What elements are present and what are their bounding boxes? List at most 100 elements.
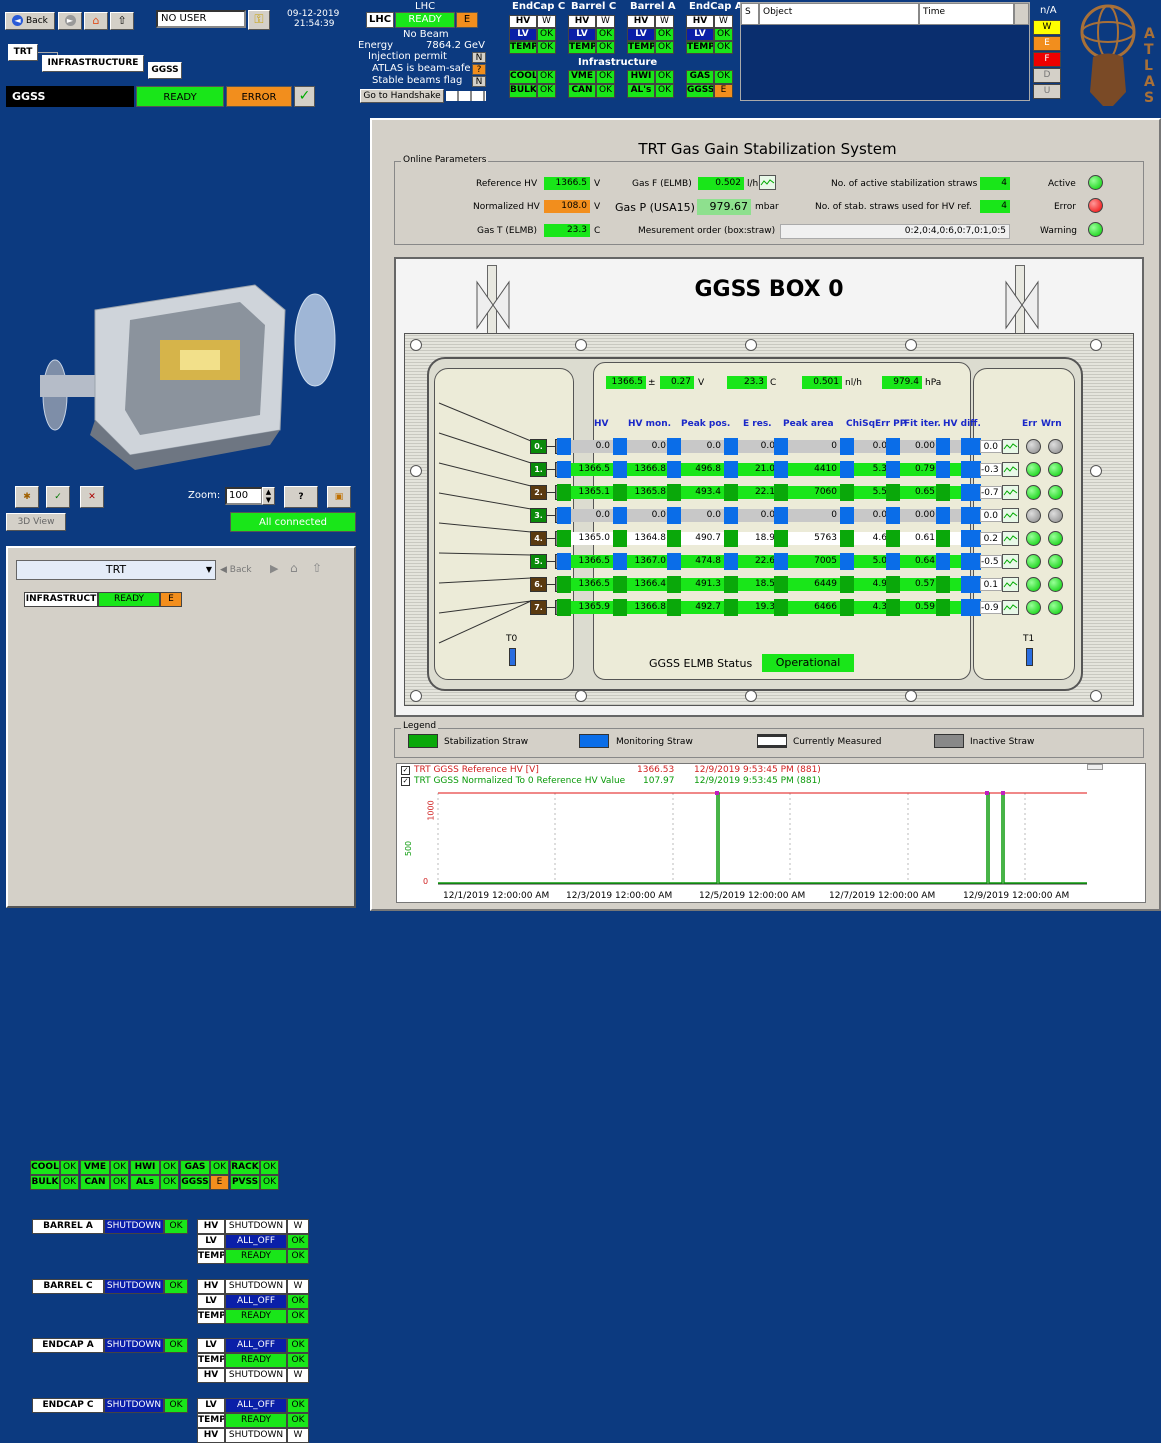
partition-sub-lv[interactable]: LV bbox=[197, 1338, 225, 1353]
handshake-button[interactable]: Go to Handshake bbox=[360, 89, 444, 103]
partition-sub-state[interactable]: SHUTDOWN bbox=[225, 1428, 287, 1443]
partition-sub-temp[interactable]: TEMP bbox=[197, 1413, 225, 1428]
subsystem-temp[interactable]: TEMP bbox=[509, 41, 537, 54]
partition-sub-state[interactable]: ALL_OFF bbox=[225, 1398, 287, 1413]
subsystem-temp[interactable]: TEMP bbox=[627, 41, 655, 54]
partition-sub-lv[interactable]: LV bbox=[197, 1294, 225, 1309]
node-ok-checkmark-icon[interactable]: ✓ bbox=[294, 86, 315, 107]
subsystem-lv[interactable]: LV bbox=[568, 28, 596, 41]
partition-sub-state[interactable]: READY bbox=[225, 1249, 287, 1264]
infra-item-cool[interactable]: COOL bbox=[509, 70, 537, 84]
lp-infra-pvss[interactable]: PVSS bbox=[230, 1175, 260, 1190]
alarm-col-time[interactable]: Time bbox=[919, 3, 1014, 25]
partition-sub-flag[interactable]: OK bbox=[287, 1234, 309, 1249]
lp-infra-bulk[interactable]: BULK bbox=[30, 1175, 60, 1190]
partition-sub-state[interactable]: READY bbox=[225, 1413, 287, 1428]
partition-sub-state[interactable]: READY bbox=[225, 1309, 287, 1324]
lhc-flag[interactable]: E bbox=[456, 12, 478, 28]
lp-infra-flag[interactable]: OK bbox=[260, 1175, 279, 1190]
severity-unknown[interactable]: U bbox=[1033, 84, 1061, 99]
subsystem-flag[interactable]: OK bbox=[596, 28, 615, 41]
straw-trend-icon[interactable] bbox=[1002, 485, 1019, 500]
severity-warning[interactable]: W bbox=[1033, 20, 1061, 35]
lp-infra-vme[interactable]: VME bbox=[80, 1160, 110, 1175]
infra-flag[interactable]: E bbox=[160, 592, 182, 607]
trend-scroll-indicator[interactable] bbox=[1087, 764, 1103, 770]
box-straw-row[interactable]: 2.1365.11365.8493.422.170605.50.654 bbox=[530, 484, 984, 501]
subsystem-flag[interactable]: W bbox=[596, 15, 615, 28]
lhc-label[interactable]: LHC bbox=[366, 12, 394, 28]
trend-chart[interactable]: ✓ TRT GGSS Reference HV [V] 1366.53 12/9… bbox=[396, 763, 1146, 903]
lp-infra-flag[interactable]: OK bbox=[60, 1160, 79, 1175]
infra-item-gas[interactable]: GAS bbox=[686, 70, 714, 84]
subsystem-hv[interactable]: HV bbox=[627, 15, 655, 28]
3d-view-button[interactable]: 3D View bbox=[6, 513, 66, 531]
straw-trend-icon[interactable] bbox=[1002, 554, 1019, 569]
node-status[interactable]: ERROR bbox=[226, 86, 292, 107]
partition-sub-flag[interactable]: OK bbox=[287, 1413, 309, 1428]
subsystem-flag[interactable]: OK bbox=[537, 41, 556, 54]
subsystem-flag[interactable]: OK bbox=[596, 41, 615, 54]
lp-infra-ggss[interactable]: GGSS bbox=[180, 1175, 210, 1190]
gas-f-trend-icon[interactable] bbox=[759, 175, 776, 190]
straw-trend-icon[interactable] bbox=[1002, 600, 1019, 615]
partition-sub-state[interactable]: READY bbox=[225, 1353, 287, 1368]
partition-sub-state[interactable]: SHUTDOWN bbox=[225, 1219, 287, 1234]
panel-up-icon[interactable]: ⇧ bbox=[312, 561, 322, 575]
partition-flag[interactable]: OK bbox=[164, 1338, 188, 1353]
subsystem-hv[interactable]: HV bbox=[686, 15, 714, 28]
settings-button[interactable]: ✱ bbox=[15, 486, 39, 508]
subsystem-hv[interactable]: HV bbox=[568, 15, 596, 28]
partition-sub-flag[interactable]: OK bbox=[287, 1353, 309, 1368]
straw-trend-icon[interactable] bbox=[1002, 531, 1019, 546]
partition-state[interactable]: SHUTDOWN bbox=[104, 1338, 164, 1353]
atlas-detector-3d-image[interactable] bbox=[40, 270, 340, 470]
partition-sub-lv[interactable]: LV bbox=[197, 1398, 225, 1413]
box-straw-row[interactable]: 1.1366.51366.8496.821.044105.30.796 bbox=[530, 461, 984, 478]
login-button[interactable]: ⚿ bbox=[248, 10, 270, 30]
lp-infra-can[interactable]: CAN bbox=[80, 1175, 110, 1190]
straw-trend-icon[interactable] bbox=[1002, 577, 1019, 592]
reject-button[interactable]: ✕ bbox=[80, 486, 104, 508]
trend-s2-checkbox[interactable]: ✓ bbox=[401, 777, 410, 786]
severity-fatal[interactable]: F bbox=[1033, 52, 1061, 67]
partition-state[interactable]: SHUTDOWN bbox=[104, 1398, 164, 1413]
partition-flag[interactable]: OK bbox=[164, 1219, 188, 1234]
infra-item-can[interactable]: CAN bbox=[568, 84, 596, 98]
partition-sub-hv[interactable]: HV bbox=[197, 1428, 225, 1443]
partition-sub-state[interactable]: ALL_OFF bbox=[225, 1338, 287, 1353]
help-button[interactable]: ? bbox=[284, 486, 318, 508]
partition-sub-temp[interactable]: TEMP bbox=[197, 1353, 225, 1368]
zoom-input[interactable]: 100 bbox=[225, 487, 263, 505]
forward-button[interactable]: ► bbox=[58, 12, 82, 30]
alarm-table[interactable]: S Object Time bbox=[740, 2, 1030, 101]
partition-sub-state[interactable]: ALL_OFF bbox=[225, 1294, 287, 1309]
breadcrumb-trt[interactable]: TRT bbox=[8, 44, 38, 61]
lp-infra-als[interactable]: ALs bbox=[130, 1175, 160, 1190]
lhc-state[interactable]: READY bbox=[395, 12, 455, 28]
alarm-scrollbar[interactable] bbox=[1014, 3, 1029, 25]
straw-trend-icon[interactable] bbox=[1002, 462, 1019, 477]
severity-disabled[interactable]: D bbox=[1033, 68, 1061, 83]
partition-flag[interactable]: OK bbox=[164, 1398, 188, 1413]
alarm-col-object[interactable]: Object bbox=[759, 3, 919, 25]
panel-back-button[interactable]: ◀ Back bbox=[220, 562, 264, 578]
trend-s1-checkbox[interactable]: ✓ bbox=[401, 766, 410, 775]
box-straw-row[interactable]: 4.1365.01364.8490.718.957634.60.616 bbox=[530, 530, 984, 547]
zoom-spinner[interactable]: ▲ ▼ bbox=[262, 487, 275, 505]
partition-sub-flag[interactable]: OK bbox=[287, 1338, 309, 1353]
lp-infra-flag[interactable]: OK bbox=[260, 1160, 279, 1175]
infra-item-bulk[interactable]: BULK bbox=[509, 84, 537, 98]
partition-sub-hv[interactable]: HV bbox=[197, 1219, 225, 1234]
subsystem-flag[interactable]: W bbox=[655, 15, 674, 28]
partition-flag[interactable]: OK bbox=[164, 1279, 188, 1294]
box-straw-row[interactable]: 5.1366.51367.0474.822.670055.00.644 bbox=[530, 553, 984, 570]
lp-infra-flag[interactable]: OK bbox=[210, 1160, 229, 1175]
infra-item-ggss[interactable]: GGSS bbox=[686, 84, 714, 98]
partition-sub-flag[interactable]: OK bbox=[287, 1398, 309, 1413]
partition-sub-state[interactable]: SHUTDOWN bbox=[225, 1368, 287, 1383]
infra-item-al's[interactable]: AL's bbox=[627, 84, 655, 98]
lp-infra-hwi[interactable]: HWI bbox=[130, 1160, 160, 1175]
straw-trend-icon[interactable] bbox=[1002, 508, 1019, 523]
infra-item-flag[interactable]: E bbox=[714, 84, 733, 98]
